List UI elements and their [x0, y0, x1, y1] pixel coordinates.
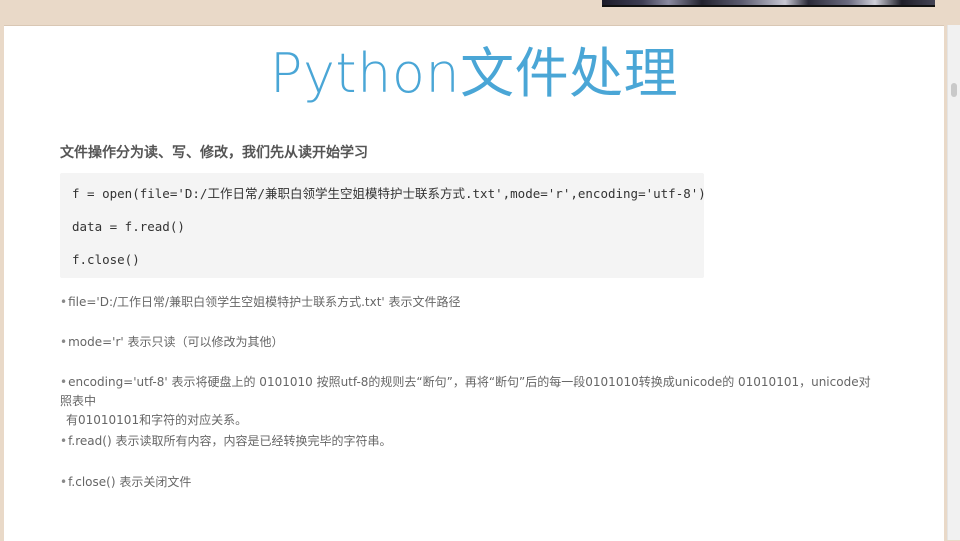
note-encoding: •encoding='utf-8' 表示将硬盘上的 0101010 按照utf-… [60, 373, 880, 430]
document-page: Python文件处理 文件操作分为读、写、修改，我们先从读开始学习 f = op… [4, 25, 944, 541]
bullet-icon: • [60, 475, 68, 489]
viewer-frame: Python文件处理 文件操作分为读、写、修改，我们先从读开始学习 f = op… [0, 0, 960, 541]
code-block: f = open(file='D:/工作日常/兼职白领学生空姐模特护士联系方式.… [60, 173, 706, 278]
bullet-icon: • [60, 295, 68, 309]
note-encoding-text-2: 有01010101和字符的对应关系。 [66, 413, 248, 427]
note-mode: •mode='r' 表示只读（可以修改为其他） [60, 333, 880, 352]
note-close-text: f.close() 表示关闭文件 [68, 475, 192, 489]
note-encoding-text-1: encoding='utf-8' 表示将硬盘上的 0101010 按照utf-8… [60, 375, 871, 408]
bullet-icon: • [60, 375, 68, 389]
scrollbar-thumb[interactable] [951, 83, 957, 97]
page-title: Python文件处理 [269, 42, 679, 105]
note-close: •f.close() 表示关闭文件 [60, 473, 880, 492]
intro-heading: 文件操作分为读、写、修改，我们先从读开始学习 [60, 145, 368, 161]
code-line-open: f = open(file='D:/工作日常/兼职白领学生空姐模特护士联系方式.… [72, 186, 706, 201]
note-file: •file='D:/工作日常/兼职白领学生空姐模特护士联系方式.txt' 表示文… [60, 293, 880, 312]
note-mode-text: mode='r' 表示只读（可以修改为其他） [68, 335, 284, 349]
bullet-icon: • [60, 335, 68, 349]
code-line-read: data = f.read() [72, 219, 185, 234]
note-file-text: file='D:/工作日常/兼职白领学生空姐模特护士联系方式.txt' 表示文件… [68, 295, 461, 309]
video-thumbnail-strip[interactable] [602, 0, 935, 7]
note-read: •f.read() 表示读取所有内容，内容是已经转换完毕的字符串。 [60, 432, 880, 451]
note-read-text: f.read() 表示读取所有内容，内容是已经转换完毕的字符串。 [68, 434, 392, 448]
bullet-icon: • [60, 434, 68, 448]
vertical-scrollbar[interactable] [947, 25, 960, 540]
code-line-close: f.close() [72, 252, 140, 267]
